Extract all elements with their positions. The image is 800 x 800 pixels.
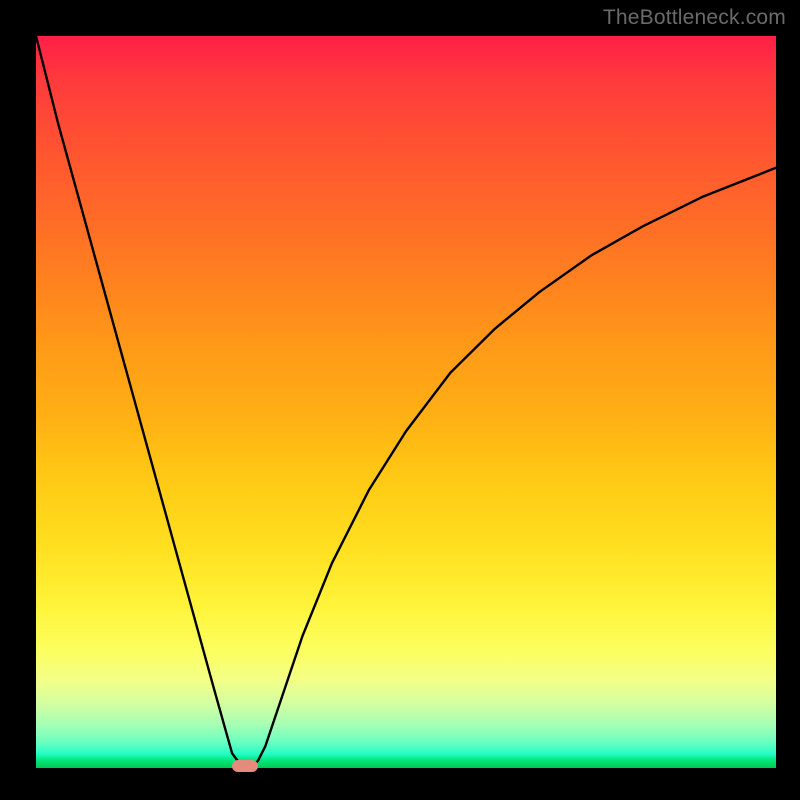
bottleneck-curve [36, 36, 776, 768]
minimum-marker [232, 760, 258, 772]
plot-area [36, 36, 776, 768]
chart-frame: TheBottleneck.com [0, 0, 800, 800]
watermark-text: TheBottleneck.com [603, 6, 786, 30]
